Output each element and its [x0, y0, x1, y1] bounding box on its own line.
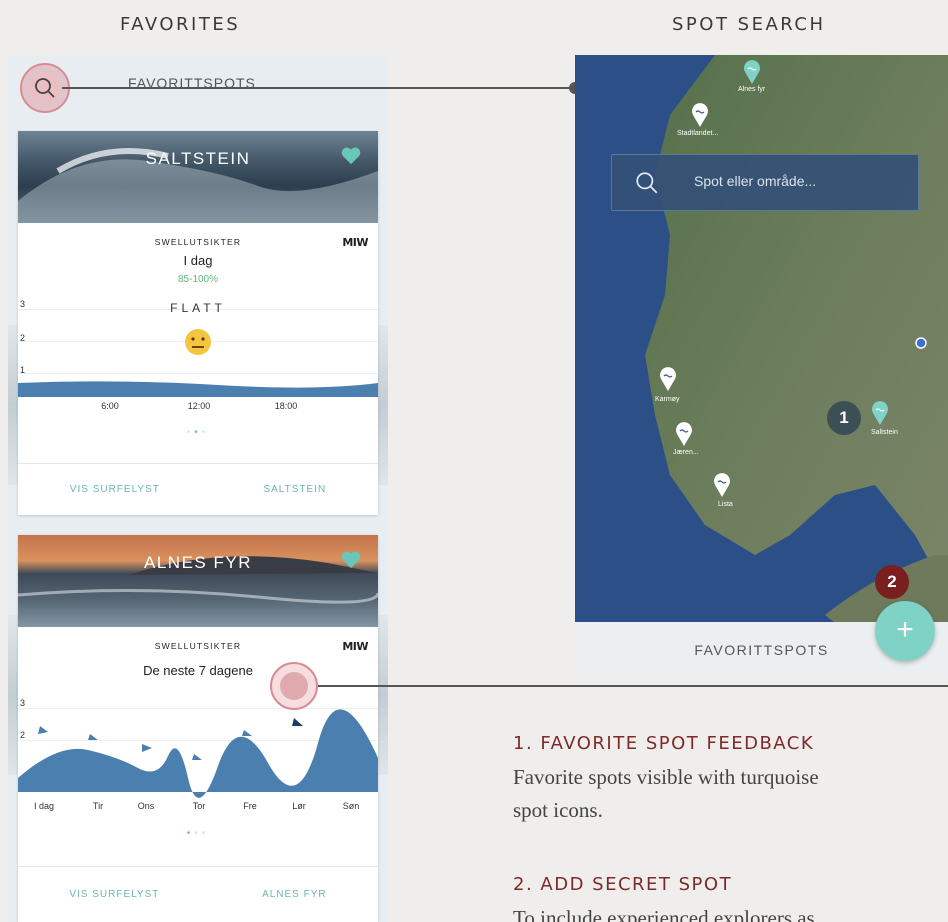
- probability-percent: 85-100%: [177, 274, 219, 285]
- annotation-badge-1: 1: [827, 401, 861, 435]
- note-heading-1: 1. FAVORITE SPOT FEEDBACK: [513, 733, 815, 754]
- search-placeholder: Spot eller område...: [694, 173, 817, 189]
- search-icon: [636, 172, 658, 194]
- sunset-photo-art: [18, 556, 378, 604]
- x-tick: Lør: [292, 801, 306, 811]
- pin-label: Jæren...: [673, 449, 699, 456]
- day-label: I dag: [183, 253, 213, 268]
- pin-label: Alnes fyr: [738, 86, 766, 93]
- spot-title: ALNES FYR: [144, 553, 252, 572]
- x-tick: 18:00: [274, 401, 298, 411]
- x-tick: 6:00: [101, 401, 119, 411]
- card-footer: VIS SURFELYST ALNES FYR: [18, 866, 378, 922]
- miw-logo: MIW: [342, 236, 368, 249]
- pin-label: Stadtlandet...: [677, 130, 719, 137]
- pin-label: Saltstein: [871, 429, 898, 436]
- swell-area: [18, 709, 378, 798]
- pin-saltstein[interactable]: [871, 401, 889, 430]
- period-label: De neste 7 dagene: [143, 663, 253, 678]
- x-tick: Tor: [192, 801, 206, 811]
- favorite-card-saltstein[interactable]: SALTSTEIN SWELLUTSIKTER MIW I dag 85-100…: [18, 131, 378, 515]
- pin-jaeren[interactable]: [675, 422, 693, 451]
- pin-stadtlandet[interactable]: [691, 103, 709, 132]
- swell-label: SWELLUTSIKTER: [154, 237, 242, 247]
- x-tick: I dag: [33, 801, 55, 811]
- favorites-section-label: FAVORITES: [120, 14, 241, 35]
- weekly-swell-chart: 3 2 I dag Tir Ons Tor Fre Lør Søn: [18, 688, 378, 818]
- show-surf-button[interactable]: VIS SURFELYST: [70, 484, 160, 495]
- miw-logo: MIW: [342, 640, 368, 653]
- pin-alnes-fyr[interactable]: [743, 60, 761, 89]
- page-dots[interactable]: •••: [18, 427, 378, 445]
- condition-label: FLATT: [170, 301, 226, 315]
- x-tick: 12:00: [187, 401, 211, 411]
- note-body-1-line-2: spot icons.: [513, 798, 603, 822]
- annotation-badge-2: 2: [875, 565, 909, 599]
- pin-lista[interactable]: [713, 473, 731, 502]
- wave-pin-icon: [744, 60, 760, 84]
- neutral-face-icon: [185, 329, 211, 355]
- heart-icon[interactable]: [340, 549, 362, 569]
- note-body-1-line-1: Favorite spots visible with turquoise: [513, 765, 819, 789]
- x-tick: Ons: [137, 801, 155, 811]
- pin-label: Lista: [718, 501, 733, 508]
- highlight-marker: [270, 662, 318, 710]
- page-dots[interactable]: •••: [18, 828, 378, 846]
- add-spot-button[interactable]: +: [875, 601, 935, 661]
- search-icon: [35, 78, 55, 98]
- swell-chart: 3 2 1 m FLATT 6:00 12:00 18:00: [18, 295, 378, 415]
- spot-link[interactable]: ALNES FYR: [262, 889, 327, 900]
- spot-title: SALTSTEIN: [145, 149, 251, 168]
- swell-label: SWELLUTSIKTER: [154, 641, 242, 651]
- spot-search-screen: Alnes fyr Stadtlandet... Spot eller områ…: [575, 55, 948, 675]
- pin-karmoy[interactable]: [659, 367, 677, 396]
- spot-link[interactable]: SALTSTEIN: [263, 484, 326, 495]
- note-body-2-line-1: To include experienced explorers as: [513, 906, 815, 922]
- show-surf-button[interactable]: VIS SURFELYST: [69, 889, 159, 900]
- x-tick: Søn: [342, 801, 360, 811]
- swell-area: [18, 381, 378, 397]
- spot-photo: SALTSTEIN: [18, 131, 378, 223]
- search-field[interactable]: Spot eller område...: [611, 154, 919, 211]
- wave-photo-art: [18, 148, 378, 223]
- x-tick: Tir: [92, 801, 104, 811]
- wave-pin-icon: [714, 473, 730, 497]
- note-heading-2: 2. ADD SECRET SPOT: [513, 874, 733, 895]
- favorite-card-alnes-fyr[interactable]: ALNES FYR SWELLUTSIKTER MIW De neste 7 d…: [18, 535, 378, 922]
- spot-photo: ALNES FYR: [18, 535, 378, 627]
- spot-search-section-label: SPOT SEARCH: [672, 14, 826, 35]
- wave-pin-icon: [660, 367, 676, 391]
- x-tick: Fre: [243, 801, 257, 811]
- favorites-screen: FAVORITTSPOTS SALTSTEIN SWELLUTSIKTER MI…: [8, 55, 388, 922]
- card-footer: VIS SURFELYST SALTSTEIN: [18, 463, 378, 515]
- pin-label: Karmøy: [655, 396, 680, 403]
- heart-icon[interactable]: [340, 145, 362, 165]
- wave-pin-icon: [692, 103, 708, 127]
- connector-line: [62, 87, 574, 89]
- wave-pin-icon: [872, 401, 888, 425]
- connector-line: [318, 685, 948, 687]
- wave-pin-icon: [676, 422, 692, 446]
